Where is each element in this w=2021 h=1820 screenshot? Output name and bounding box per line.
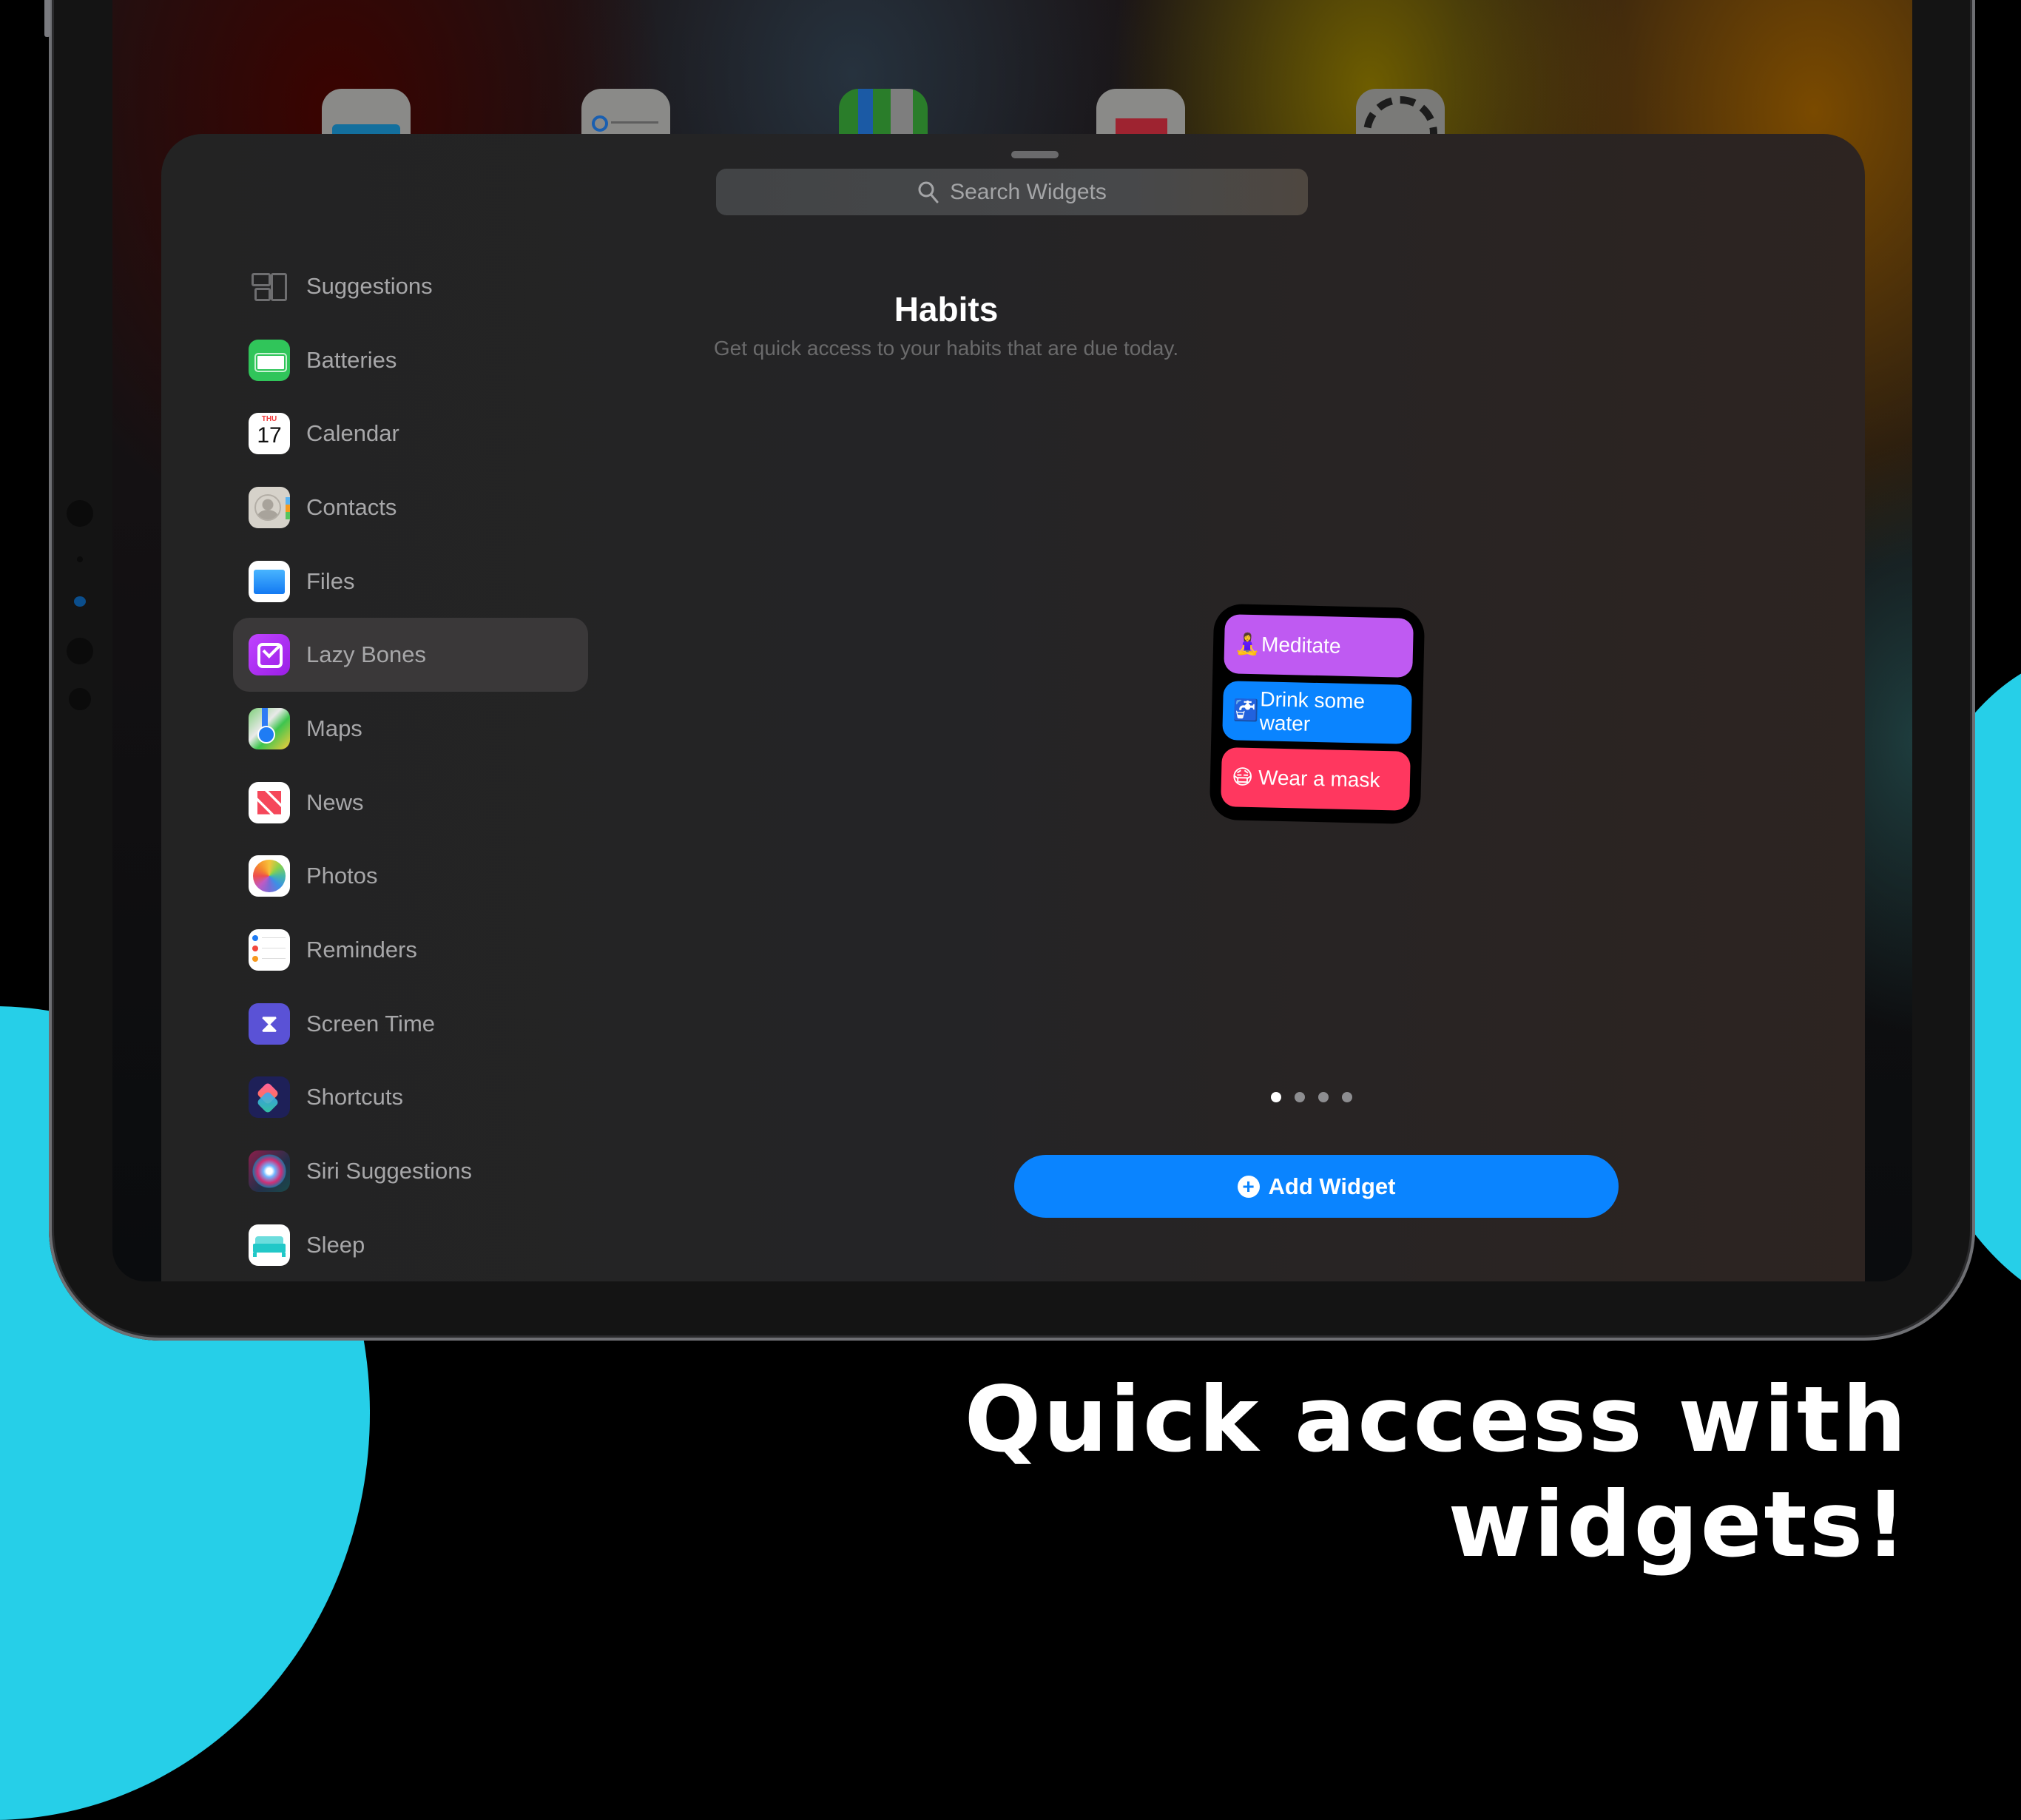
habit-item: 😷 Wear a mask (1221, 747, 1411, 811)
sidebar-item-photos[interactable]: Photos (233, 840, 588, 914)
sidebar-item-calendar[interactable]: THU 17 Calendar (233, 397, 588, 471)
photos-icon (249, 855, 290, 897)
page-dot-2[interactable] (1295, 1092, 1305, 1102)
device-sensor (69, 688, 91, 710)
sidebar-item-label: Siri Suggestions (306, 1158, 473, 1184)
page-dot-4[interactable] (1342, 1092, 1352, 1102)
calendar-date: 17 (257, 423, 282, 448)
suggestions-icon (249, 266, 290, 307)
sidebar-item-suggestions[interactable]: Suggestions (233, 249, 588, 323)
sidebar-item-screen-time[interactable]: ⧗ Screen Time (233, 987, 588, 1061)
habit-item: 🧘‍♀️ Meditate (1224, 614, 1414, 678)
search-placeholder: Search Widgets (950, 179, 1107, 204)
device-sensor (77, 556, 83, 562)
sidebar-item-contacts[interactable]: Contacts (233, 471, 588, 545)
habits-widget-preview[interactable]: 🧘‍♀️ Meditate 🚰 Drink some water 😷 Wear … (1209, 603, 1426, 825)
meditate-emoji-icon: 🧘‍♀️ (1234, 632, 1261, 656)
contacts-icon (249, 486, 290, 528)
device-sensor (67, 638, 93, 664)
widget-description: Get quick access to your habits that are… (713, 337, 1179, 360)
device-side-button (44, 0, 50, 37)
sidebar-item-label: Batteries (306, 346, 397, 373)
sidebar-item-shortcuts[interactable]: Shortcuts (233, 1061, 588, 1135)
reminders-icon (249, 929, 290, 971)
sidebar-item-label: Sleep (306, 1231, 365, 1258)
files-icon (249, 560, 290, 602)
sidebar-item-label: Contacts (306, 493, 397, 520)
calendar-day: THU (261, 415, 277, 424)
shortcuts-icon (249, 1076, 290, 1119)
sidebar-item-news[interactable]: News (233, 766, 588, 840)
mask-emoji-icon: 😷 (1231, 765, 1254, 789)
sidebar-item-label: Suggestions (306, 272, 433, 299)
habit-item: 🚰 Drink some water (1222, 681, 1412, 744)
maps-icon (249, 707, 290, 749)
habit-label: Drink some water (1259, 687, 1366, 735)
page-dot-1[interactable] (1271, 1092, 1281, 1102)
front-camera-icon (74, 596, 86, 607)
search-widgets-field[interactable]: Search Widgets (716, 169, 1308, 215)
promo-caption: Quick access with widgets! (964, 1367, 1909, 1577)
search-icon (918, 181, 939, 203)
sidebar-item-label: Files (306, 567, 355, 594)
sidebar-item-label: Calendar (306, 420, 399, 447)
widget-sidebar: Suggestions Batteries THU 17 Calendar Co… (233, 249, 588, 1281)
sidebar-item-label: Reminders (306, 937, 417, 963)
habit-label: Wear a mask (1258, 766, 1380, 792)
news-icon (249, 781, 290, 823)
ipad-screen: Search Widgets Suggestions Batteries THU… (112, 0, 1912, 1281)
plus-circle-icon: + (1237, 1175, 1260, 1198)
sidebar-item-label: News (306, 789, 364, 815)
sheet-grabber[interactable] (1011, 151, 1059, 158)
sidebar-item-batteries[interactable]: Batteries (233, 323, 588, 397)
widget-title: Habits (894, 290, 999, 328)
sidebar-item-label: Screen Time (306, 1010, 436, 1037)
sidebar-item-label: Maps (306, 715, 362, 741)
page-indicator[interactable] (1271, 1092, 1352, 1102)
siri-icon (249, 1150, 290, 1193)
sidebar-item-label: Photos (306, 863, 378, 889)
add-widget-button[interactable]: + Add Widget (1014, 1155, 1619, 1218)
water-tap-emoji-icon: 🚰 (1232, 698, 1260, 723)
widget-gallery-sheet: Search Widgets Suggestions Batteries THU… (161, 134, 1865, 1281)
device-sensor (67, 500, 93, 527)
habit-label: Meditate (1261, 633, 1341, 658)
sidebar-item-files[interactable]: Files (233, 545, 588, 619)
batteries-icon (249, 339, 290, 381)
sidebar-item-label: Lazy Bones (306, 641, 426, 668)
calendar-icon: THU 17 (249, 413, 290, 455)
sidebar-item-lazy-bones[interactable]: Lazy Bones (233, 618, 588, 692)
sidebar-item-sleep[interactable]: Sleep (233, 1208, 588, 1281)
sidebar-item-label: Shortcuts (306, 1084, 403, 1110)
sidebar-item-reminders[interactable]: Reminders (233, 913, 588, 987)
sleep-icon (249, 1224, 290, 1266)
screen-time-icon: ⧗ (249, 1002, 290, 1045)
lazy-bones-icon (249, 634, 290, 676)
sidebar-item-maps[interactable]: Maps (233, 692, 588, 766)
sidebar-item-siri-suggestions[interactable]: Siri Suggestions (233, 1134, 588, 1208)
page-dot-3[interactable] (1318, 1092, 1329, 1102)
add-widget-label: Add Widget (1268, 1173, 1396, 1199)
